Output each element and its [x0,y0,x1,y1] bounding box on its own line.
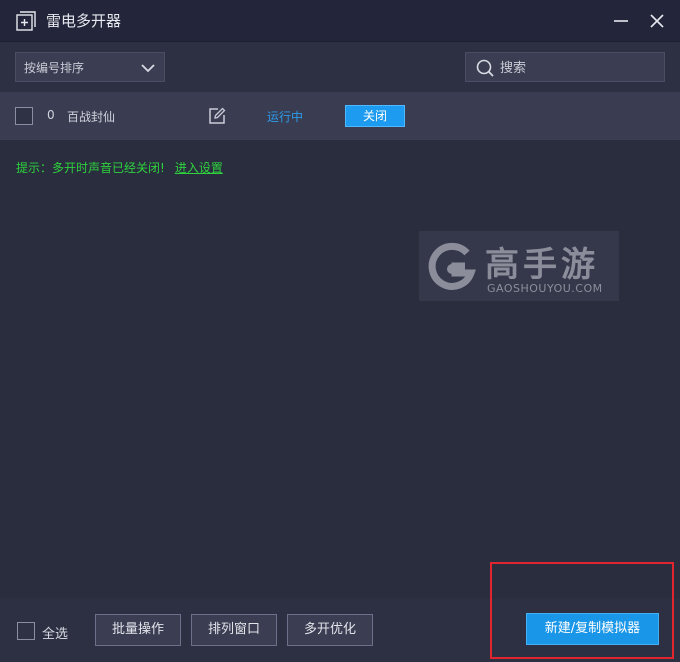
create-copy-emulator-button[interactable]: 新建/复制模拟器 [526,613,659,645]
toolbar: 按编号排序 [0,42,680,92]
search-input[interactable] [500,58,650,78]
close-icon[interactable] [648,12,666,30]
footer-bar: 全选 批量操作 排列窗口 多开优化 新建/复制模拟器 [0,598,680,662]
instance-status: 运行中 [267,110,304,124]
instance-index: 0 [47,108,55,122]
tip-text: 提示：多开时声音已经关闭! [16,161,165,175]
close-instance-button[interactable]: 关闭 [345,105,405,127]
watermark-brand-en: GAOSHOUYOU.COM [487,282,603,295]
minimize-icon[interactable] [612,12,630,30]
brand-logo-icon [428,242,476,290]
multi-optimize-button[interactable]: 多开优化 [287,614,373,646]
instance-name: 百战封仙 [67,110,116,124]
instance-row: 0 百战封仙 运行中 关闭 [0,92,680,140]
arrange-windows-button[interactable]: 排列窗口 [191,614,277,646]
search-icon [476,59,494,77]
title-bar: 雷电多开器 [0,0,680,42]
edit-icon[interactable] [208,107,226,125]
watermark: 高手游 GAOSHOUYOU.COM [419,231,619,301]
sort-dropdown[interactable]: 按编号排序 [15,52,165,82]
select-all-checkbox[interactable] [17,622,35,640]
chevron-down-icon [141,64,155,73]
search-box[interactable] [465,52,665,82]
instance-checkbox[interactable] [15,107,33,125]
batch-operation-button[interactable]: 批量操作 [95,614,181,646]
sound-tip: 提示：多开时声音已经关闭! 进入设置 [16,159,223,176]
window-title: 雷电多开器 [46,12,122,30]
add-window-icon [16,11,36,31]
settings-link[interactable]: 进入设置 [175,161,223,175]
select-all-label[interactable]: 全选 [42,623,68,642]
watermark-brand-cn: 高手游 [485,245,599,285]
sort-selected-value: 按编号排序 [24,61,85,75]
